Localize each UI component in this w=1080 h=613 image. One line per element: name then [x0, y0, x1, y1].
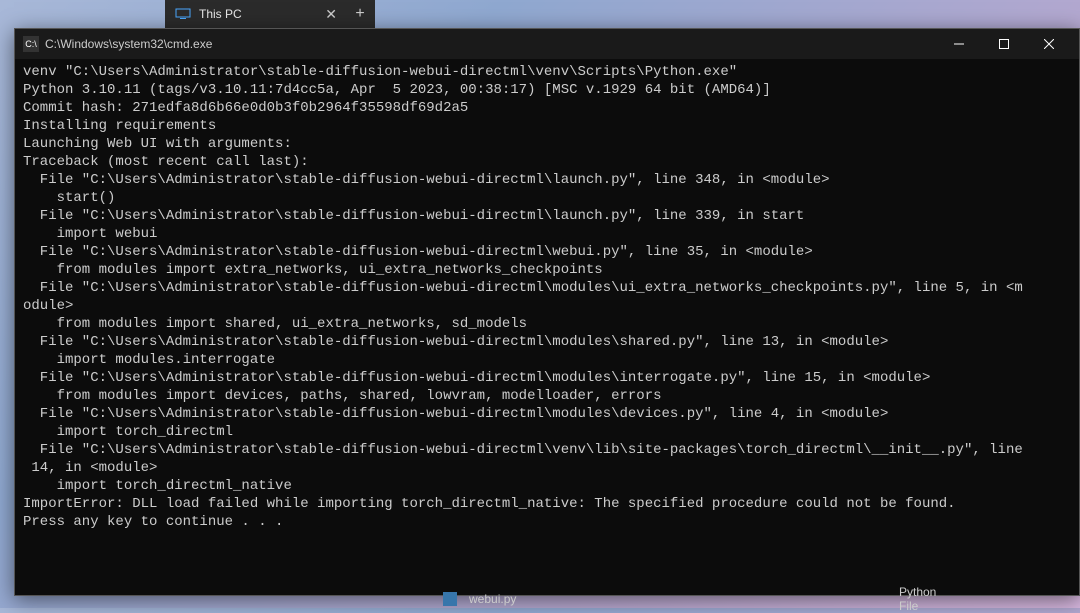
- terminal-line: import torch_directml: [23, 423, 1071, 441]
- terminal-line: 14, in <module>: [23, 459, 1071, 477]
- terminal-line: Commit hash: 271edfa8d6b66e0d0b3f0b2964f…: [23, 99, 1071, 117]
- explorer-tab[interactable]: This PC ✕: [165, 0, 345, 28]
- terminal-line: File "C:\Users\Administrator\stable-diff…: [23, 333, 1071, 351]
- close-icon[interactable]: ✕: [325, 6, 337, 23]
- titlebar: C:\ C:\Windows\system32\cmd.exe: [15, 29, 1079, 59]
- terminal-line: File "C:\Users\Administrator\stable-diff…: [23, 405, 1071, 423]
- terminal-line: File "C:\Users\Administrator\stable-diff…: [23, 441, 1071, 459]
- terminal-line: import webui: [23, 225, 1071, 243]
- terminal-line: from modules import shared, ui_extra_net…: [23, 315, 1071, 333]
- terminal-line: File "C:\Users\Administrator\stable-diff…: [23, 243, 1071, 261]
- terminal-line: import torch_directml_native: [23, 477, 1071, 495]
- terminal-line: odule>: [23, 297, 1071, 315]
- close-button[interactable]: [1026, 29, 1071, 59]
- window-controls: [936, 29, 1071, 59]
- terminal-line: Traceback (most recent call last):: [23, 153, 1071, 171]
- minimize-button[interactable]: [936, 29, 981, 59]
- explorer-tab-bar: This PC ✕ +: [165, 0, 375, 28]
- cmd-window: C:\ C:\Windows\system32\cmd.exe venv "C:…: [14, 28, 1080, 596]
- cmd-icon: C:\: [23, 36, 39, 52]
- terminal-line: Launching Web UI with arguments:: [23, 135, 1071, 153]
- add-tab-button[interactable]: +: [345, 0, 375, 28]
- terminal-line: from modules import extra_networks, ui_e…: [23, 261, 1071, 279]
- terminal-line: start(): [23, 189, 1071, 207]
- terminal-line: Installing requirements: [23, 117, 1071, 135]
- terminal-line: venv "C:\Users\Administrator\stable-diff…: [23, 63, 1071, 81]
- terminal-line: File "C:\Users\Administrator\stable-diff…: [23, 279, 1071, 297]
- tab-title: This PC: [199, 7, 242, 21]
- file-row[interactable]: webui.py Python File: [443, 590, 516, 608]
- maximize-button[interactable]: [981, 29, 1026, 59]
- terminal-output[interactable]: venv "C:\Users\Administrator\stable-diff…: [15, 59, 1079, 595]
- file-type: Python File: [899, 585, 936, 613]
- terminal-line: File "C:\Users\Administrator\stable-diff…: [23, 171, 1071, 189]
- terminal-line: File "C:\Users\Administrator\stable-diff…: [23, 369, 1071, 387]
- pc-icon: [175, 8, 191, 20]
- terminal-line: import modules.interrogate: [23, 351, 1071, 369]
- window-title: C:\Windows\system32\cmd.exe: [45, 37, 936, 51]
- python-icon: [443, 592, 457, 606]
- terminal-line: File "C:\Users\Administrator\stable-diff…: [23, 207, 1071, 225]
- terminal-line: Press any key to continue . . .: [23, 513, 1071, 531]
- terminal-line: ImportError: DLL load failed while impor…: [23, 495, 1071, 513]
- terminal-line: Python 3.10.11 (tags/v3.10.11:7d4cc5a, A…: [23, 81, 1071, 99]
- file-name: webui.py: [469, 592, 516, 606]
- terminal-line: from modules import devices, paths, shar…: [23, 387, 1071, 405]
